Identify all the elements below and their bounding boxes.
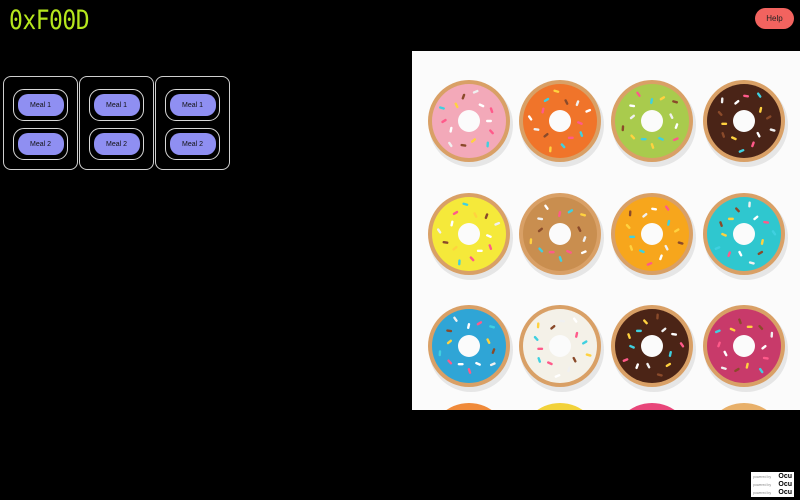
- meal-button-frame: Meal 1: [165, 89, 220, 121]
- credit-logo: Ocu: [778, 489, 792, 496]
- help-button[interactable]: Help: [755, 8, 794, 29]
- meal-1-button[interactable]: Meal 1: [169, 94, 216, 116]
- meal-panel: Meal 1 Meal 2: [79, 76, 154, 170]
- donut: [537, 403, 583, 410]
- donuts-photo: [412, 51, 800, 410]
- powered-by-badge[interactable]: powered by Ocu powered by Ocu powered by…: [751, 472, 794, 497]
- meal-1-button[interactable]: Meal 1: [17, 94, 64, 116]
- donuts-image: [428, 80, 788, 410]
- meal-panel: Meal 1 Meal 2: [3, 76, 78, 170]
- credit-logo: Ocu: [778, 481, 792, 488]
- donut: [519, 193, 604, 280]
- donut: [446, 403, 492, 410]
- credit-text: powered by: [753, 474, 772, 479]
- credit-line: powered by Ocu: [753, 473, 794, 481]
- credit-logo: Ocu: [778, 473, 792, 480]
- donut: [703, 193, 788, 280]
- meal-button-frame: Meal 2: [165, 128, 220, 160]
- credit-text: powered by: [753, 490, 772, 495]
- meal-button-frame: Meal 2: [13, 128, 68, 160]
- donut: [611, 193, 696, 280]
- donut: [703, 80, 788, 167]
- meal-1-button[interactable]: Meal 1: [93, 94, 140, 116]
- brand-logo: 0xF00D: [9, 6, 90, 36]
- meal-2-button[interactable]: Meal 2: [17, 133, 64, 155]
- donut: [428, 80, 513, 167]
- meal-2-button[interactable]: Meal 2: [93, 133, 140, 155]
- donut: [611, 305, 696, 392]
- meal-2-button[interactable]: Meal 2: [169, 133, 216, 155]
- donut: [519, 80, 604, 167]
- meal-button-frame: Meal 1: [89, 89, 144, 121]
- credit-line: powered by Ocu: [753, 489, 794, 497]
- donut: [519, 305, 604, 392]
- donut: [703, 305, 788, 392]
- meal-button-frame: Meal 1: [13, 89, 68, 121]
- meal-panel: Meal 1 Meal 2: [155, 76, 230, 170]
- donut: [428, 305, 513, 392]
- donut: [611, 80, 696, 167]
- credit-line: powered by Ocu: [753, 481, 794, 489]
- meal-panels: Meal 1 Meal 2 Meal 1 Meal 2 Meal 1 Meal …: [3, 76, 230, 170]
- donut: [629, 403, 675, 410]
- donut: [721, 403, 767, 410]
- donut: [428, 193, 513, 280]
- meal-button-frame: Meal 2: [89, 128, 144, 160]
- credit-text: powered by: [753, 482, 772, 487]
